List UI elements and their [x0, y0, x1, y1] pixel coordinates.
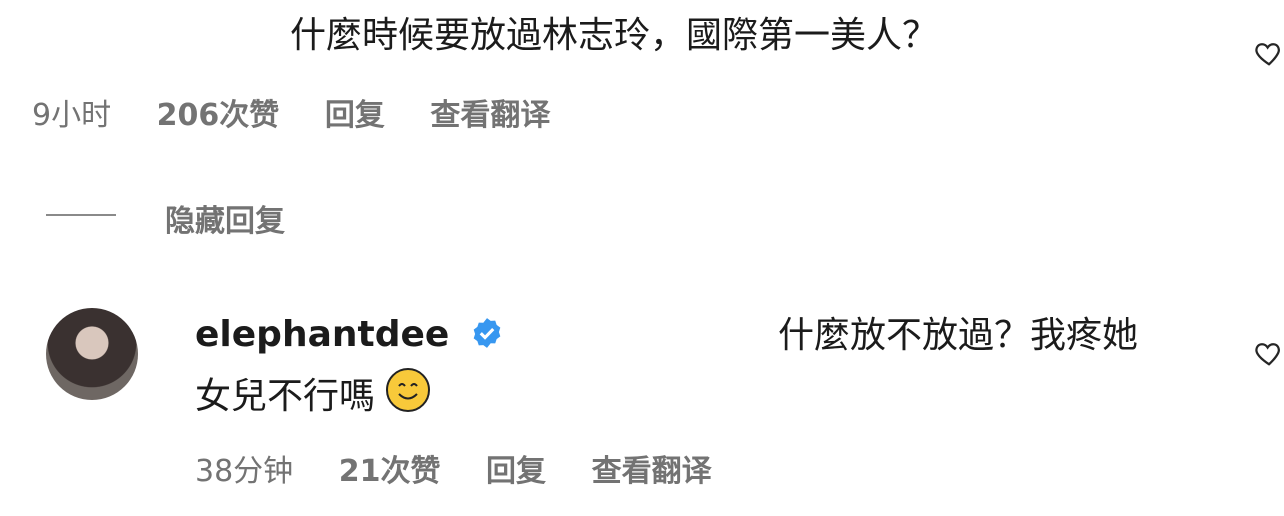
username-label: elephantdee [195, 314, 450, 355]
smiling-face-emoji-icon [386, 368, 431, 412]
comment-text: 什麼時候要放過林志玲，國際第一美人？ [290, 15, 939, 56]
likes-count[interactable]: 21次赞 [339, 454, 441, 489]
reply-time: 38分钟 [195, 454, 294, 489]
see-translation-button[interactable]: 查看翻译 [592, 454, 712, 489]
hide-replies-button[interactable]: 隐藏回复 [165, 196, 285, 240]
reply-button[interactable]: 回复 [486, 454, 546, 489]
reply-text-line2-container: 女兒不行嗎 [195, 368, 431, 419]
verified-badge-icon [473, 318, 501, 348]
username[interactable]: elephantdee [195, 314, 504, 355]
like-heart-icon[interactable] [1254, 338, 1284, 368]
reply-text-line1: 什麼放不放過？我疼她 [778, 315, 1139, 356]
comment-meta-row: 9小时 206次赞 回复 查看翻译 [32, 90, 550, 134]
likes-count[interactable]: 206次赞 [157, 98, 280, 133]
replies-divider-line [46, 214, 116, 216]
reply-meta-row: 38分钟 21次赞 回复 查看翻译 [195, 446, 712, 490]
hide-replies-label: 隐藏回复 [165, 204, 285, 239]
like-heart-icon[interactable] [1254, 38, 1284, 68]
reply-button[interactable]: 回复 [325, 98, 385, 133]
avatar[interactable] [46, 308, 138, 400]
comment-time: 9小时 [32, 98, 112, 133]
see-translation-button[interactable]: 查看翻译 [430, 98, 550, 133]
reply-text-line2: 女兒不行嗎 [195, 376, 376, 417]
